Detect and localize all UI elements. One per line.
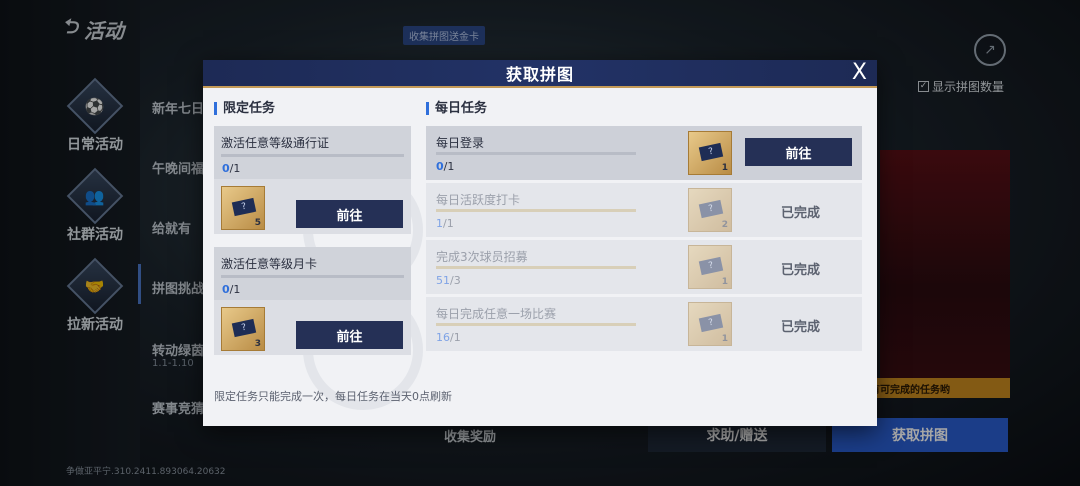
reward-count: 1 bbox=[721, 277, 728, 287]
puzzle-card-reward-icon: ? 1 bbox=[688, 245, 732, 289]
completed-label: 已完成 bbox=[781, 320, 821, 335]
reward-count: 5 bbox=[254, 218, 261, 228]
progress-bar bbox=[436, 323, 636, 326]
progress-bar bbox=[221, 275, 404, 278]
task-head: 激活任意等级月卡 bbox=[214, 247, 411, 300]
modal-header: 获取拼图 X bbox=[203, 60, 877, 88]
progress-bar bbox=[221, 154, 404, 157]
task-progress: 0/1 bbox=[436, 160, 455, 173]
task-progress: 0/1 bbox=[222, 162, 241, 175]
puzzle-card-reward-icon: ? 1 bbox=[688, 131, 732, 175]
progress-bar bbox=[436, 266, 636, 269]
limited-task-card: 激活任意等级月卡 0/1 ? 3 前往 bbox=[214, 247, 411, 355]
task-progress: 1/1 bbox=[436, 217, 454, 230]
limited-task-card: 激活任意等级通行证 0/1 ? 5 前往 bbox=[214, 126, 411, 234]
daily-task-row: 完成3次球员招募 51/3 ? 1 已完成 bbox=[426, 240, 862, 294]
reward-count: 1 bbox=[721, 163, 728, 173]
task-name: 每日完成任意一场比赛 bbox=[436, 307, 557, 321]
task-name: 激活任意等级月卡 bbox=[221, 257, 318, 271]
puzzle-card-reward-icon: ? 3 bbox=[221, 307, 265, 351]
task-progress: 51/3 bbox=[436, 274, 461, 287]
reward-count: 1 bbox=[721, 334, 728, 344]
puzzle-card-reward-icon: ? 5 bbox=[221, 186, 265, 230]
task-name: 激活任意等级通行证 bbox=[221, 136, 330, 150]
puzzle-card-reward-icon: ? 1 bbox=[688, 302, 732, 346]
go-button[interactable]: 前往 bbox=[296, 200, 403, 228]
get-puzzle-modal: 获取拼图 X 限定任务 激活任意等级通行证 0/1 ? 5 前往 激活任意等级月… bbox=[203, 60, 877, 426]
limited-section-title: 限定任务 bbox=[214, 102, 275, 115]
task-name: 每日活跃度打卡 bbox=[436, 193, 521, 207]
task-progress: 16/1 bbox=[436, 331, 461, 344]
completed-label: 已完成 bbox=[781, 263, 821, 278]
completed-label: 已完成 bbox=[781, 206, 821, 221]
puzzle-card-reward-icon: ? 2 bbox=[688, 188, 732, 232]
daily-task-row: 每日登录 0/1 ? 1 前往 bbox=[426, 126, 862, 180]
task-progress: 0/1 bbox=[222, 283, 241, 296]
daily-task-row: 每日完成任意一场比赛 16/1 ? 1 已完成 bbox=[426, 297, 862, 351]
daily-task-row: 每日活跃度打卡 1/1 ? 2 已完成 bbox=[426, 183, 862, 237]
reward-count: 2 bbox=[721, 220, 728, 230]
progress-bar bbox=[436, 152, 636, 155]
daily-section-title: 每日任务 bbox=[426, 102, 487, 115]
go-button[interactable]: 前往 bbox=[745, 138, 852, 166]
task-head: 激活任意等级通行证 bbox=[214, 126, 411, 179]
go-button[interactable]: 前往 bbox=[296, 321, 403, 349]
reward-count: 3 bbox=[254, 339, 261, 349]
footnote: 限定任务只能完成一次，每日任务在当天0点刷新 bbox=[214, 390, 452, 403]
task-name: 每日登录 bbox=[436, 136, 485, 150]
modal-title: 获取拼图 bbox=[505, 65, 574, 84]
task-name: 完成3次球员招募 bbox=[436, 250, 528, 264]
close-icon[interactable]: X bbox=[852, 62, 867, 84]
progress-bar bbox=[436, 209, 636, 212]
